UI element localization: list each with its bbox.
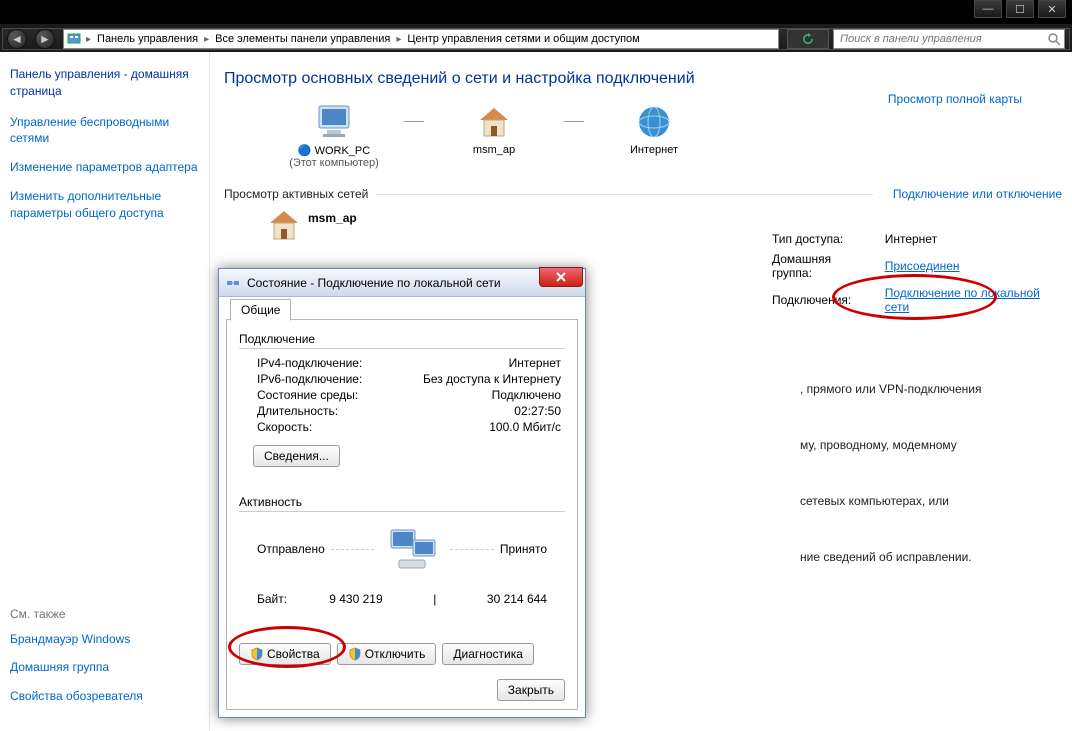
speed-value: 100.0 Мбит/с	[489, 420, 561, 434]
shield-icon	[348, 647, 362, 661]
group-connection-header: Подключение	[239, 332, 565, 346]
chevron-right-icon: ▸	[202, 34, 211, 45]
see-also-firewall[interactable]: Брандмауэр Windows	[10, 631, 199, 648]
full-map-link[interactable]: Просмотр полной карты	[888, 92, 1022, 106]
sidebar-link-wireless[interactable]: Управление беспроводными сетями	[10, 114, 199, 148]
duration-label: Длительность:	[257, 404, 338, 418]
close-icon	[555, 272, 567, 282]
search-input[interactable]	[833, 29, 1065, 49]
partial-text-block: , прямого или VPN-подключения му, провод…	[800, 366, 981, 590]
network-icon	[225, 275, 241, 291]
dialog-title-text: Состояние - Подключение по локальной сет…	[247, 276, 501, 290]
chevron-right-icon: ▸	[84, 34, 93, 45]
media-state-value: Подключено	[492, 388, 561, 402]
breadcrumb-seg-2[interactable]: Центр управления сетями и общим доступом	[403, 30, 643, 48]
active-network-name: msm_ap	[308, 207, 357, 245]
connection-status-dialog: Состояние - Подключение по локальной сет…	[218, 268, 586, 718]
connections-label: Подключения:	[772, 284, 883, 316]
control-panel-icon	[66, 31, 82, 47]
dialog-close-button[interactable]	[539, 267, 583, 287]
properties-button-label: Свойства	[267, 647, 320, 661]
partial-2: сетевых компьютерах, или	[800, 478, 981, 524]
dialog-titlebar[interactable]: Состояние - Подключение по локальной сет…	[219, 269, 585, 297]
network-map: 🔵 WORK_PC (Этот компьютер) msm_ap Интерн…	[264, 100, 1062, 169]
details-button[interactable]: Сведения...	[253, 445, 340, 467]
disable-button[interactable]: Отключить	[337, 643, 437, 665]
ipv4-value: Интернет	[509, 356, 561, 370]
bytes-sent-value: 9 430 219	[329, 592, 382, 606]
page-title: Просмотр основных сведений о сети и наст…	[224, 70, 1062, 88]
close-button[interactable]: Закрыть	[497, 679, 565, 701]
partial-0: , прямого или VPN-подключения	[800, 366, 981, 412]
bytes-label: Байт:	[257, 592, 287, 606]
bytes-received-value: 30 214 644	[487, 592, 547, 606]
node-label-0: WORK_PC	[315, 145, 371, 157]
map-node-router[interactable]: msm_ap	[424, 100, 564, 156]
breadcrumb[interactable]: ▸ Панель управления ▸ Все элементы панел…	[63, 29, 779, 49]
received-label: Принято	[500, 542, 547, 556]
access-type-label: Тип доступа:	[772, 230, 883, 248]
search-icon	[1047, 32, 1060, 46]
sidebar: Панель управления - домашняя страница Уп…	[0, 52, 210, 731]
breadcrumb-seg-1[interactable]: Все элементы панели управления	[211, 30, 394, 48]
shield-icon	[250, 647, 264, 661]
house-icon	[264, 207, 308, 245]
disable-button-label: Отключить	[365, 647, 426, 661]
refresh-icon	[802, 33, 814, 45]
ipv6-label: IPv6-подключение:	[257, 372, 362, 386]
nav-back-button[interactable]: ◄	[3, 28, 31, 50]
sidebar-link-adapter[interactable]: Изменение параметров адаптера	[10, 159, 199, 176]
map-node-internet[interactable]: Интернет	[584, 100, 724, 156]
partial-1: му, проводному, модемному	[800, 422, 981, 468]
house-icon	[424, 100, 564, 144]
connection-link[interactable]: Подключение по локальной сети	[885, 284, 1070, 316]
computer-icon	[264, 100, 404, 144]
access-type-value: Интернет	[885, 230, 1070, 248]
sidebar-link-sharing[interactable]: Изменить дополнительные параметры общего…	[10, 188, 199, 222]
node-label-2: Интернет	[584, 144, 724, 156]
homegroup-link[interactable]: Присоединен	[885, 250, 1070, 282]
node-label-1: msm_ap	[424, 144, 564, 156]
tab-general[interactable]: Общие	[230, 299, 291, 321]
active-networks-header: Просмотр активных сетей	[224, 187, 368, 201]
properties-button[interactable]: Свойства	[239, 643, 331, 665]
activity-icon	[380, 524, 444, 574]
media-state-label: Состояние среды:	[257, 388, 358, 402]
window-close-button[interactable]: ✕	[1038, 0, 1066, 18]
sent-label: Отправлено	[257, 542, 325, 556]
breadcrumb-seg-0[interactable]: Панель управления	[93, 30, 202, 48]
see-also-internet-options[interactable]: Свойства обозревателя	[10, 688, 199, 705]
node-name-0: 🔵	[298, 145, 315, 157]
see-also-header: См. также	[10, 607, 199, 621]
see-also-homegroup[interactable]: Домашняя группа	[10, 659, 199, 676]
diagnose-button[interactable]: Диагностика	[442, 643, 534, 665]
chevron-right-icon: ▸	[394, 34, 403, 45]
partial-3: ние сведений об исправлении.	[800, 534, 981, 580]
homegroup-label: Домашняя группа:	[772, 250, 883, 282]
sidebar-title[interactable]: Панель управления - домашняя страница	[10, 66, 199, 100]
window-minimize-button[interactable]: —	[974, 0, 1002, 18]
window-maximize-button[interactable]: ☐	[1006, 0, 1034, 18]
duration-value: 02:27:50	[514, 404, 561, 418]
connect-disconnect-link[interactable]: Подключение или отключение	[893, 187, 1062, 201]
globe-icon	[584, 100, 724, 144]
network-details-table: Тип доступа:Интернет Домашняя группа:При…	[770, 228, 1072, 318]
search-field[interactable]	[838, 32, 1047, 46]
nav-forward-button[interactable]: ►	[31, 28, 59, 50]
refresh-button[interactable]	[787, 29, 829, 49]
ipv6-value: Без доступа к Интернету	[423, 372, 561, 386]
address-bar: ◄ ► ▸ Панель управления ▸ Все элементы п…	[2, 28, 1070, 50]
node-sub-0: (Этот компьютер)	[264, 157, 404, 169]
map-node-this-pc[interactable]: 🔵 WORK_PC (Этот компьютер)	[264, 100, 404, 169]
group-activity-header: Активность	[239, 495, 565, 509]
ipv4-label: IPv4-подключение:	[257, 356, 362, 370]
speed-label: Скорость:	[257, 420, 312, 434]
